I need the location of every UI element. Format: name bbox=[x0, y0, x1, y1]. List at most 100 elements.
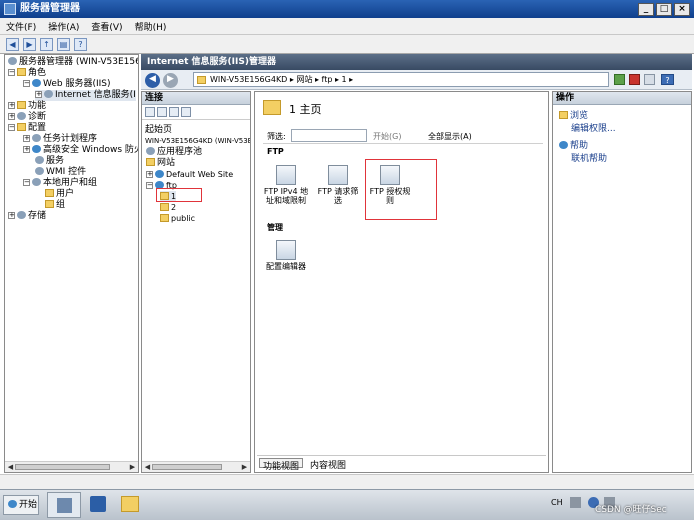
conn-default-web-site[interactable]: + Default Web Site bbox=[146, 169, 233, 180]
expand-icon[interactable]: + bbox=[35, 91, 42, 98]
filter-input[interactable] bbox=[291, 129, 367, 142]
tree-item-web-server[interactable]: − Web 服务器(IIS) bbox=[23, 79, 111, 90]
scroll-right-icon[interactable]: ▶ bbox=[128, 463, 137, 471]
conn-folder-2[interactable]: 2 bbox=[160, 202, 176, 213]
conn-start-page[interactable]: 起始页 bbox=[145, 125, 172, 136]
expand-icon[interactable]: + bbox=[146, 171, 153, 178]
tree-item-roles[interactable]: − 角色 bbox=[8, 68, 46, 79]
server-manager-icon bbox=[57, 498, 72, 513]
tree-item-services[interactable]: 服务 bbox=[35, 156, 64, 167]
collapse-icon[interactable]: − bbox=[146, 182, 153, 189]
action-help[interactable]: 帮助 bbox=[559, 141, 588, 152]
windows-logo-icon bbox=[8, 500, 17, 508]
diagnostics-icon bbox=[17, 112, 26, 120]
address-breadcrumb[interactable]: WIN-V53E156G4KD ▸ 网站 ▸ ftp ▸ 1 ▸ bbox=[193, 72, 609, 87]
show-hide-tree-icon[interactable]: ▤ bbox=[57, 37, 70, 51]
help-icon bbox=[559, 141, 568, 149]
features-pane: 1 主页 筛选: 开始(G) 全部显示(A) FTP FTP IPv4 地址和域… bbox=[254, 91, 549, 473]
powershell-icon[interactable] bbox=[90, 496, 106, 512]
up-folder-icon[interactable]: ↑ bbox=[40, 37, 53, 51]
refresh-icon[interactable] bbox=[614, 74, 625, 85]
configuration-icon bbox=[17, 123, 26, 131]
feature-ftp-ipv4-restrictions[interactable]: FTP IPv4 地址和域限制 bbox=[263, 165, 309, 205]
close-button[interactable]: × bbox=[674, 3, 690, 16]
conn-folder-public[interactable]: public bbox=[160, 213, 195, 224]
action-explore[interactable]: 浏览 bbox=[559, 111, 588, 122]
tree-item-diagnostics[interactable]: + 诊断 bbox=[8, 112, 46, 123]
help-icon[interactable]: ? bbox=[74, 37, 87, 51]
explorer-icon[interactable] bbox=[121, 496, 139, 512]
section-manage-label: 管理 bbox=[267, 223, 283, 232]
taskbar-server-manager[interactable] bbox=[47, 492, 81, 518]
tab-features-view[interactable]: 功能视图 bbox=[259, 458, 304, 472]
expand-icon[interactable]: + bbox=[8, 113, 15, 120]
feature-configuration-editor[interactable]: 配置编辑器 bbox=[263, 240, 309, 271]
expand-icon[interactable]: + bbox=[23, 135, 30, 142]
connect-icon[interactable] bbox=[145, 107, 155, 117]
conn-sites[interactable]: 网站 bbox=[146, 158, 175, 169]
help-icon[interactable]: ? bbox=[661, 74, 674, 85]
language-indicator[interactable]: CH bbox=[551, 498, 563, 507]
tree-item-task-scheduler[interactable]: + 任务计划程序 bbox=[23, 134, 97, 145]
menu-file[interactable]: 文件(F) bbox=[6, 20, 36, 33]
tree-item-server-manager[interactable]: 服务器管理器 (WIN-V53E156G4K bbox=[8, 57, 138, 68]
collapse-icon[interactable]: − bbox=[8, 124, 15, 131]
scroll-right-icon[interactable]: ▶ bbox=[240, 463, 249, 471]
horizontal-scrollbar[interactable]: ◀ ▶ bbox=[142, 461, 250, 472]
menu-action[interactable]: 操作(A) bbox=[48, 20, 79, 33]
folder-icon bbox=[160, 214, 169, 222]
action-edit-permissions[interactable]: 编辑权限... bbox=[571, 124, 616, 135]
back-button[interactable]: ◀ bbox=[145, 73, 160, 88]
horizontal-scrollbar[interactable]: ◀ ▶ bbox=[5, 461, 138, 472]
expand-icon[interactable]: + bbox=[8, 102, 15, 109]
collapse-icon[interactable]: − bbox=[8, 69, 15, 76]
minimize-button[interactable]: _ bbox=[638, 3, 654, 16]
menu-help[interactable]: 帮助(H) bbox=[135, 20, 167, 33]
show-all-button[interactable]: 全部显示(A) bbox=[428, 131, 472, 142]
conn-app-pools[interactable]: 应用程序池 bbox=[146, 147, 202, 158]
tree-item-iis-manager[interactable]: + Internet 信息服务(I bbox=[35, 90, 136, 101]
tree-item-firewall[interactable]: +高级安全 Windows 防火墙 bbox=[23, 145, 138, 156]
address-row: ◀ ▶ WIN-V53E156G4KD ▸ 网站 ▸ ftp ▸ 1 ▸ ? bbox=[141, 70, 692, 90]
stop-icon[interactable] bbox=[629, 74, 640, 85]
action-online-help[interactable]: 联机帮助 bbox=[571, 154, 607, 165]
forward-icon[interactable]: ▶ bbox=[23, 37, 36, 51]
highlight-box-folder-1 bbox=[156, 188, 202, 202]
highlight-box-authorization bbox=[365, 159, 437, 220]
tree-item-configuration[interactable]: − 配置 bbox=[8, 123, 46, 134]
home-icon[interactable] bbox=[644, 74, 655, 85]
filter-bar: 筛选: 开始(G) 全部显示(A) bbox=[263, 129, 543, 144]
scroll-left-icon[interactable]: ◀ bbox=[143, 463, 152, 471]
conn-server-node[interactable]: WIN-V53E156G4KD (WIN-V53E1 bbox=[145, 136, 250, 147]
tree-item-groups[interactable]: 组 bbox=[45, 200, 65, 211]
tree-item-users[interactable]: 用户 bbox=[45, 189, 74, 200]
tab-content-view[interactable]: 内容视图 bbox=[307, 458, 349, 471]
iis-icon bbox=[44, 90, 53, 98]
back-icon[interactable]: ◀ bbox=[6, 37, 19, 51]
expand-icon[interactable]: + bbox=[8, 212, 15, 219]
expand-icon[interactable]: + bbox=[23, 146, 30, 153]
actions-pane: 操作 浏览 编辑权限... 帮助 联机帮助 bbox=[552, 91, 692, 473]
up-icon[interactable] bbox=[169, 107, 179, 117]
features-icon bbox=[17, 101, 26, 109]
tray-icon[interactable] bbox=[570, 497, 581, 508]
task-scheduler-icon bbox=[32, 134, 41, 142]
menu-view[interactable]: 查看(V) bbox=[91, 20, 122, 33]
collapse-icon[interactable]: − bbox=[23, 80, 30, 87]
tree-item-wmi[interactable]: WMI 控件 bbox=[35, 167, 86, 178]
scroll-thumb[interactable] bbox=[152, 464, 222, 470]
tree-item-storage[interactable]: + 存储 bbox=[8, 211, 46, 222]
maximize-button[interactable]: □ bbox=[656, 3, 672, 16]
scroll-left-icon[interactable]: ◀ bbox=[6, 463, 15, 471]
forward-button[interactable]: ▶ bbox=[163, 73, 178, 88]
tree-item-features[interactable]: + 功能 bbox=[8, 101, 46, 112]
services-icon bbox=[35, 156, 44, 164]
scroll-thumb[interactable] bbox=[15, 464, 110, 470]
start-button[interactable]: 开始 bbox=[3, 495, 39, 515]
feature-ftp-request-filtering[interactable]: FTP 请求筛选 bbox=[315, 165, 361, 205]
start-button[interactable]: 开始(G) bbox=[373, 131, 401, 142]
save-icon[interactable] bbox=[157, 107, 167, 117]
disconnect-icon[interactable] bbox=[181, 107, 191, 117]
tree-item-local-users-groups[interactable]: − 本地用户和组 bbox=[23, 178, 97, 189]
collapse-icon[interactable]: − bbox=[23, 179, 30, 186]
